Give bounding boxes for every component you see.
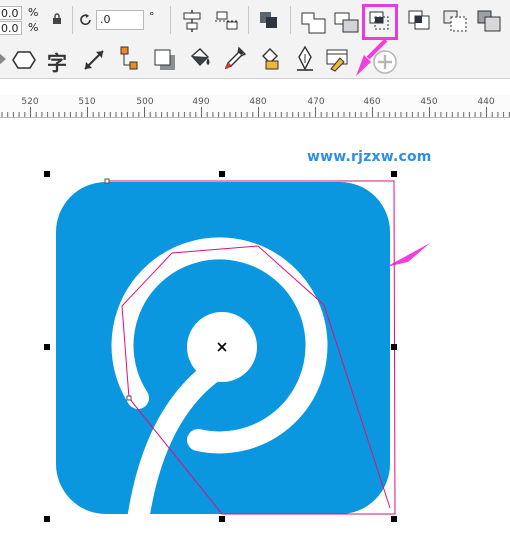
pointer-arrow (366, 38, 388, 60)
watermark-text: www.rjzxw.com (307, 149, 432, 165)
artwork (44, 171, 397, 522)
node-handle[interactable] (126, 395, 132, 401)
drawing-canvas[interactable] (0, 118, 510, 543)
node-handle[interactable] (104, 178, 110, 184)
